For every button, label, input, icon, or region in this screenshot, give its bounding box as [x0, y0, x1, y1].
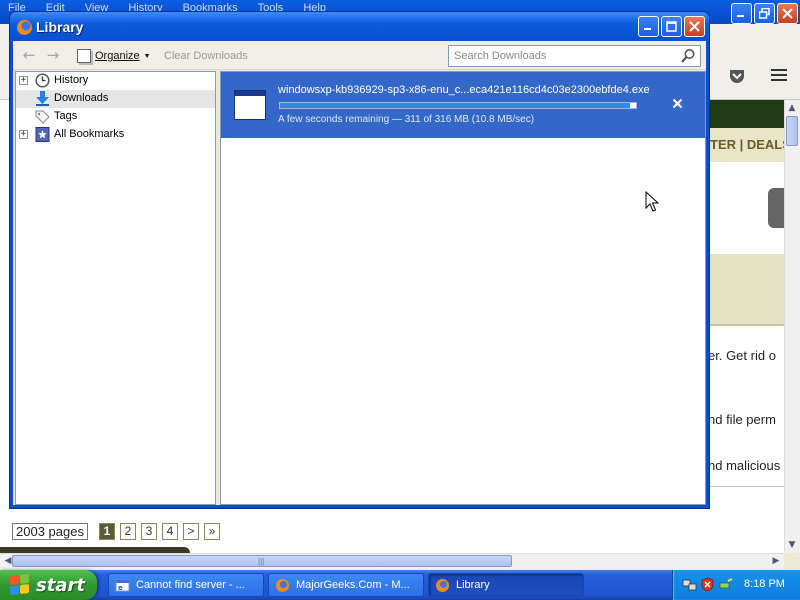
restore-icon: [759, 8, 770, 19]
vertical-scrollbar[interactable]: [784, 100, 800, 553]
search-icon[interactable]: [680, 48, 696, 64]
background-close-button[interactable]: [777, 3, 798, 24]
window-title: Library: [36, 19, 84, 35]
background-window-controls: [731, 3, 798, 24]
scroll-right-arrow-icon[interactable]: ▶: [769, 554, 783, 568]
download-arrow-icon: [36, 91, 49, 106]
minimize-button[interactable]: [638, 16, 659, 37]
ie-icon: e: [115, 579, 130, 592]
forward-arrow-icon[interactable]: →: [45, 47, 61, 63]
taskbar-item-majorgeeks[interactable]: MajorGeeks.Com - M...: [268, 573, 424, 597]
download-filename: windowsxp-kb936929-sp3-x86-enu_c...eca42…: [278, 84, 650, 96]
site-content-band: [705, 254, 784, 326]
tree-item-tags[interactable]: Tags: [16, 108, 215, 126]
download-progress-bar: [279, 102, 637, 109]
network-connections-icon[interactable]: [682, 577, 697, 592]
tree-item-all-bookmarks[interactable]: + All Bookmarks: [16, 126, 215, 144]
scrollbar-corner: [784, 553, 800, 569]
tree-item-downloads[interactable]: Downloads: [16, 90, 215, 108]
cancel-download-button[interactable]: [668, 96, 686, 114]
download-status: A few seconds remaining — 311 of 316 MB …: [278, 114, 535, 125]
site-side-tab[interactable]: [768, 188, 784, 228]
security-shield-icon[interactable]: [700, 577, 715, 592]
taskbar-item-label: Library: [456, 579, 490, 591]
firefox-icon: [276, 578, 289, 592]
library-client-area: ← → Organize ▼ Clear Downloads + History…: [13, 41, 706, 505]
pager-page-4[interactable]: 4: [162, 523, 178, 540]
divider: [705, 486, 784, 487]
organize-button[interactable]: Organize ▼: [77, 46, 151, 66]
taskbar-item-library[interactable]: Library: [428, 573, 584, 597]
minimize-icon: [737, 15, 744, 17]
background-minimize-button[interactable]: [731, 3, 752, 24]
search-box[interactable]: [448, 45, 701, 67]
background-restore-button[interactable]: [754, 3, 775, 24]
dropdown-caret-icon: ▼: [143, 52, 151, 60]
maximize-icon: [666, 21, 677, 32]
organize-icon: [77, 49, 91, 63]
maximize-button[interactable]: [661, 16, 682, 37]
taskbar-item-label: Cannot find server - ...: [136, 579, 245, 591]
mouse-pointer-icon: [645, 191, 659, 212]
pager-count-label: 2003 pages: [12, 523, 88, 540]
downloads-list: windowsxp-kb936929-sp3-x86-enu_c...eca42…: [220, 71, 706, 505]
taskbar-item-cannot-find-server[interactable]: e Cannot find server - ...: [108, 573, 264, 597]
firefox-icon: [17, 20, 32, 35]
minimize-icon: [644, 28, 651, 30]
download-progress-fill: [280, 103, 631, 108]
close-icon: [782, 8, 793, 19]
site-text-line: nd file perm: [708, 412, 776, 427]
site-nav-links[interactable]: TER | DEALS: [710, 137, 791, 152]
tree-label-downloads: Downloads: [54, 92, 109, 104]
tree-label-tags: Tags: [54, 110, 78, 122]
search-input[interactable]: [449, 46, 674, 66]
tree-label-all-bookmarks: All Bookmarks: [54, 128, 125, 140]
site-text-line: nd malicious: [708, 458, 781, 473]
library-window: Library ← → Organize ▼ Clear Downloads S…: [9, 11, 710, 509]
scroll-down-arrow-icon[interactable]: ▼: [785, 538, 799, 552]
start-label: start: [36, 574, 85, 596]
windows-logo-icon: [10, 574, 30, 596]
close-icon: [689, 21, 700, 32]
firefox-icon: [436, 578, 449, 592]
vertical-scroll-thumb[interactable]: [786, 116, 798, 146]
tree-item-history[interactable]: + History: [16, 72, 215, 90]
tree-label-history: History: [54, 74, 89, 86]
site-header-bar: [705, 100, 784, 128]
scroll-grip-icon: |||: [258, 557, 265, 566]
clear-downloads-button[interactable]: Clear Downloads: [164, 50, 248, 62]
hamburger-menu-icon[interactable]: [768, 67, 790, 87]
window-controls: [638, 16, 705, 37]
library-titlebar[interactable]: Library: [10, 12, 709, 41]
download-item[interactable]: windowsxp-kb936929-sp3-x86-enu_c...eca42…: [221, 72, 705, 138]
pager-page-2[interactable]: 2: [120, 523, 136, 540]
pager-last[interactable]: »: [204, 523, 220, 540]
library-sidebar-tree: + History Downloads Tags + All Bookmarks: [15, 71, 216, 505]
organize-label: Organize: [95, 50, 140, 62]
site-text-line: er. Get rid o: [708, 348, 776, 363]
scroll-up-arrow-icon[interactable]: ▲: [785, 101, 799, 115]
pager-page-1[interactable]: 1: [99, 523, 115, 540]
expand-icon[interactable]: +: [19, 130, 28, 139]
safely-remove-hardware-icon[interactable]: [718, 577, 733, 592]
pocket-icon[interactable]: [727, 68, 747, 86]
expand-icon[interactable]: +: [19, 76, 28, 85]
svg-text:e: e: [118, 584, 123, 592]
pager-page-3[interactable]: 3: [141, 523, 157, 540]
taskbar-clock[interactable]: 8:18 PM: [744, 578, 785, 590]
close-icon: [672, 98, 682, 109]
close-button[interactable]: [684, 16, 705, 37]
executable-file-icon: [234, 90, 266, 120]
pager-next[interactable]: >: [183, 523, 199, 540]
library-toolbar: ← → Organize ▼ Clear Downloads: [13, 41, 706, 70]
bookmarks-star-icon: [35, 127, 50, 142]
taskbar-item-label: MajorGeeks.Com - M...: [296, 579, 410, 591]
pager-area: [0, 512, 784, 552]
clock-icon: [35, 73, 50, 88]
tag-icon: [35, 110, 50, 124]
back-arrow-icon[interactable]: ←: [21, 47, 37, 63]
start-button[interactable]: start: [0, 570, 97, 600]
